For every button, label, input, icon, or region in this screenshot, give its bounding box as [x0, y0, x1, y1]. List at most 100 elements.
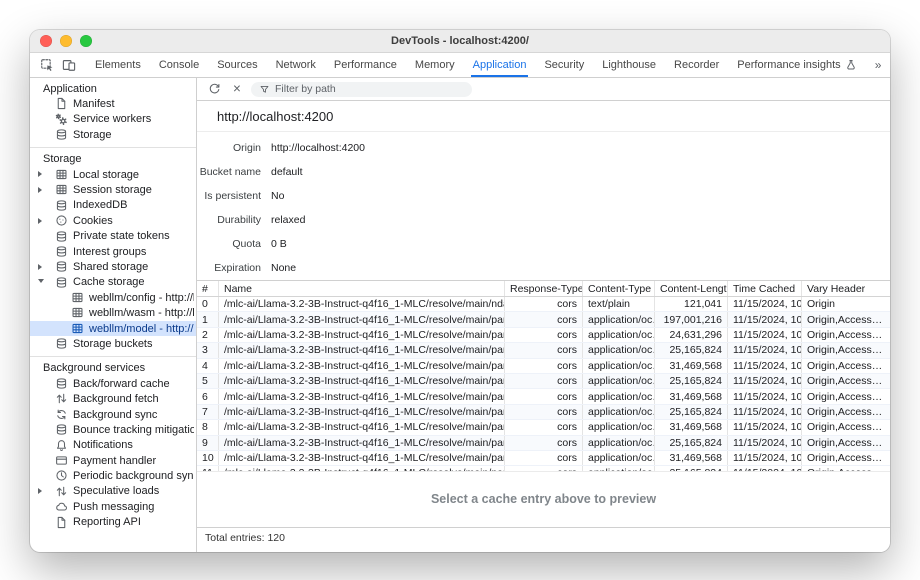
filter-by-path-input[interactable]: [275, 83, 464, 95]
sidebar-item-speculative-loads[interactable]: Speculative loads: [30, 484, 196, 499]
tab-sources[interactable]: Sources: [208, 53, 266, 77]
table-row[interactable]: 3/mlc-ai/Llama-3.2-3B-Instruct-q4f16_1-M…: [197, 343, 890, 358]
table-cell: application/oc…: [583, 389, 655, 403]
tab-console[interactable]: Console: [150, 53, 208, 77]
table-cell: 31,469,568: [655, 389, 728, 403]
sidebar-item-manifest[interactable]: Manifest: [30, 96, 196, 111]
table-icon: [55, 183, 68, 196]
table-cell: 11/15/2024, 10…: [728, 359, 802, 373]
chevron-down-icon[interactable]: [38, 279, 44, 283]
filter-funnel-icon: [259, 84, 270, 95]
column-header-vary-header[interactable]: Vary Header: [802, 281, 890, 296]
sidebar-item-label: Back/forward cache: [73, 376, 194, 391]
table-cell: application/oc…: [583, 451, 655, 465]
table-row[interactable]: 1/mlc-ai/Llama-3.2-3B-Instruct-q4f16_1-M…: [197, 312, 890, 327]
traffic-light-close-button[interactable]: [40, 35, 52, 47]
sidebar-item-webllm-model-http-loc[interactable]: webllm/model - http://loc…: [30, 321, 196, 336]
tab-memory[interactable]: Memory: [406, 53, 464, 77]
device-toolbar-icon[interactable]: [59, 56, 78, 75]
chevron-right-icon[interactable]: [38, 488, 42, 494]
filter-field[interactable]: [251, 82, 472, 97]
sidebar-item-cookies[interactable]: Cookies: [30, 213, 196, 228]
metadata-value: No: [271, 190, 284, 202]
column-header-content-length[interactable]: Content-Length: [655, 281, 728, 296]
metadata-value: 0 B: [271, 238, 287, 250]
sidebar-item-background-sync[interactable]: Background sync: [30, 407, 196, 422]
tab-application[interactable]: Application: [464, 53, 536, 77]
sidebar-item-label: Background fetch: [73, 391, 194, 406]
sidebar-item-webllm-config-http-loc[interactable]: webllm/config - http://loc…: [30, 290, 196, 305]
metadata-label: Quota: [197, 238, 261, 250]
column-header-response-type[interactable]: Response-Type: [505, 281, 583, 296]
sidebar-item-bounce-tracking-mitigations[interactable]: Bounce tracking mitigations: [30, 422, 196, 437]
tab-performance[interactable]: Performance: [325, 53, 406, 77]
preview-pane: Select a cache entry above to preview: [197, 471, 890, 527]
sidebar-item-shared-storage[interactable]: Shared storage: [30, 259, 196, 274]
sidebar-item-label: webllm/config - http://loc…: [89, 290, 194, 305]
chevron-right-icon[interactable]: [38, 218, 42, 224]
table-row[interactable]: 8/mlc-ai/Llama-3.2-3B-Instruct-q4f16_1-M…: [197, 420, 890, 435]
sidebar-item-private-state-tokens[interactable]: Private state tokens: [30, 229, 196, 244]
table-row[interactable]: 9/mlc-ai/Llama-3.2-3B-Instruct-q4f16_1-M…: [197, 436, 890, 451]
metadata-value: http://localhost:4200: [271, 142, 365, 154]
tab-network[interactable]: Network: [267, 53, 325, 77]
sidebar-item-periodic-background-sync[interactable]: Periodic background sync: [30, 468, 196, 483]
traffic-light-zoom-button[interactable]: [80, 35, 92, 47]
tab-label: Security: [544, 59, 584, 71]
table-row[interactable]: 2/mlc-ai/Llama-3.2-3B-Instruct-q4f16_1-M…: [197, 328, 890, 343]
sidebar-item-interest-groups[interactable]: Interest groups: [30, 244, 196, 259]
cookie-icon: [55, 214, 68, 227]
sidebar-item-label: IndexedDB: [73, 198, 194, 213]
database-icon: [55, 245, 68, 258]
sidebar-item-payment-handler[interactable]: Payment handler: [30, 453, 196, 468]
sidebar-item-local-storage[interactable]: Local storage: [30, 167, 196, 182]
table-row[interactable]: 7/mlc-ai/Llama-3.2-3B-Instruct-q4f16_1-M…: [197, 405, 890, 420]
table-cell: 9: [197, 436, 219, 450]
table-cell: application/oc…: [583, 436, 655, 450]
tab-lighthouse[interactable]: Lighthouse: [593, 53, 665, 77]
delete-selected-icon[interactable]: ×: [230, 82, 244, 96]
sidebar-item-background-fetch[interactable]: Background fetch: [30, 391, 196, 406]
refresh-icon[interactable]: [206, 81, 223, 98]
sidebar-item-indexeddb[interactable]: IndexedDB: [30, 198, 196, 213]
sidebar-item-service-workers[interactable]: Service workers: [30, 112, 196, 127]
table-cell: Origin,Access…: [802, 359, 890, 373]
table-row[interactable]: 10/mlc-ai/Llama-3.2-3B-Instruct-q4f16_1-…: [197, 451, 890, 466]
column-header-name[interactable]: Name: [219, 281, 505, 296]
sidebar-item-push-messaging[interactable]: Push messaging: [30, 499, 196, 514]
table-row[interactable]: 6/mlc-ai/Llama-3.2-3B-Instruct-q4f16_1-M…: [197, 389, 890, 404]
tab-label: Network: [276, 59, 316, 71]
sidebar-item-session-storage[interactable]: Session storage: [30, 182, 196, 197]
tab-recorder[interactable]: Recorder: [665, 53, 728, 77]
column-header-content-type[interactable]: Content-Type: [583, 281, 655, 296]
chevron-right-icon[interactable]: [38, 171, 42, 177]
arrows-up-down-icon: [55, 392, 68, 405]
sidebar-item-webllm-wasm-http-loca[interactable]: webllm/wasm - http://loca…: [30, 305, 196, 320]
table-row[interactable]: 4/mlc-ai/Llama-3.2-3B-Instruct-q4f16_1-M…: [197, 359, 890, 374]
sidebar-item-label: Cache storage: [73, 275, 194, 290]
table-row[interactable]: 0/mlc-ai/Llama-3.2-3B-Instruct-q4f16_1-M…: [197, 297, 890, 312]
table-cell: application/oc…: [583, 405, 655, 419]
sidebar-item-cache-storage[interactable]: Cache storage: [30, 275, 196, 290]
column-header-[interactable]: #: [197, 281, 219, 296]
sidebar-item-back-forward-cache[interactable]: Back/forward cache: [30, 376, 196, 391]
sidebar-item-reporting-api[interactable]: Reporting API: [30, 515, 196, 530]
sidebar-item-storage-buckets[interactable]: Storage buckets: [30, 336, 196, 351]
chevron-right-icon[interactable]: [38, 264, 42, 270]
tab-elements[interactable]: Elements: [86, 53, 150, 77]
chevron-right-icon[interactable]: [38, 187, 42, 193]
table-cell: 11/15/2024, 10…: [728, 312, 802, 326]
tab-performance-insights[interactable]: Performance insights: [728, 53, 865, 77]
sidebar-item-storage[interactable]: Storage: [30, 127, 196, 142]
tab-security[interactable]: Security: [535, 53, 593, 77]
more-tabs-chevron-icon[interactable]: »: [870, 57, 887, 74]
table-row[interactable]: 5/mlc-ai/Llama-3.2-3B-Instruct-q4f16_1-M…: [197, 374, 890, 389]
table-cell: Origin,Access…: [802, 420, 890, 434]
table-cell: Origin,Access…: [802, 374, 890, 388]
sidebar-item-notifications[interactable]: Notifications: [30, 438, 196, 453]
inspect-element-icon[interactable]: [37, 56, 56, 75]
table-cell: 11/15/2024, 10…: [728, 374, 802, 388]
traffic-light-minimize-button[interactable]: [60, 35, 72, 47]
column-header-time-cached[interactable]: Time Cached: [728, 281, 802, 296]
sidebar-section-title-application: Application: [30, 81, 196, 96]
